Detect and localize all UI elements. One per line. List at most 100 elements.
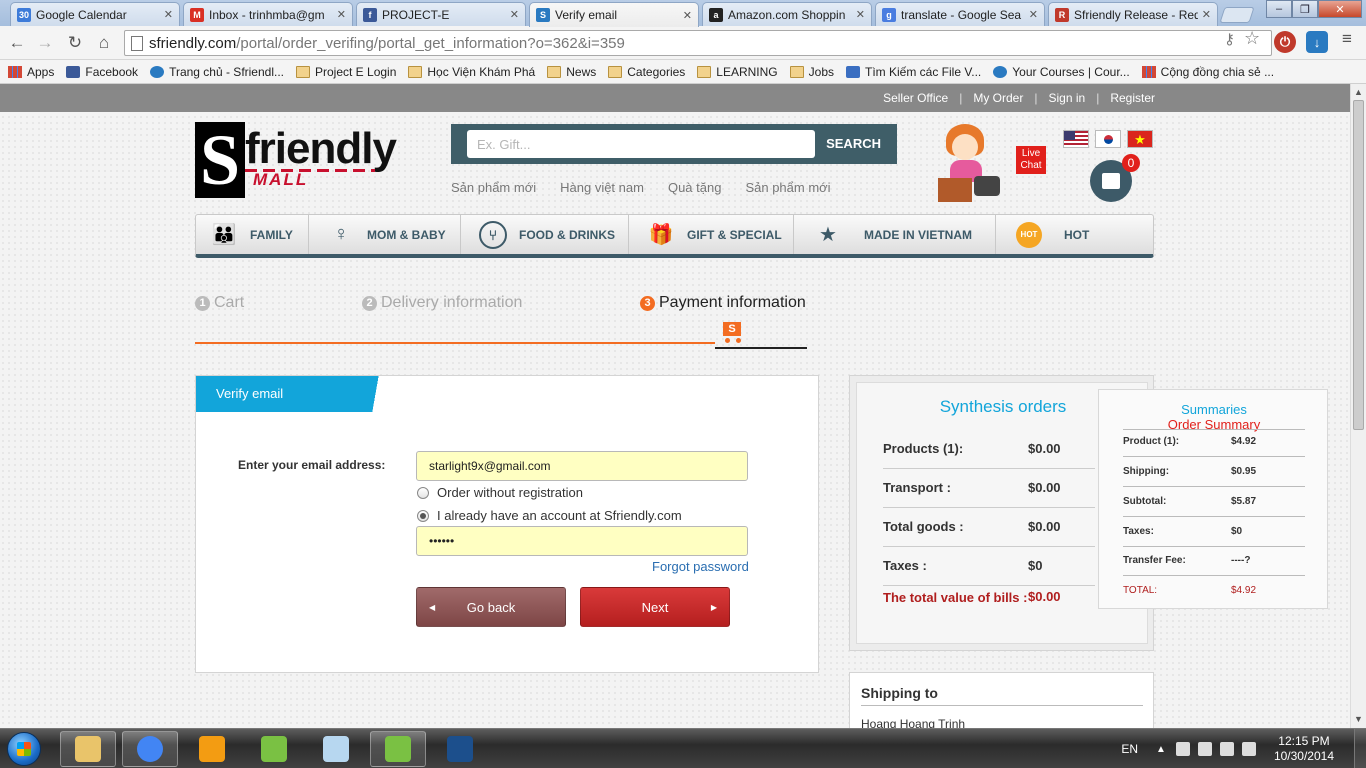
search-button[interactable]: SEARCH	[826, 136, 881, 151]
show-desktop-button[interactable]	[1354, 729, 1366, 768]
search-input[interactable]	[467, 130, 815, 158]
browser-tab[interactable]: g translate - Google Sea ✕	[875, 2, 1045, 26]
seller-office-link[interactable]: Seller Office	[883, 91, 948, 105]
bookmark-item[interactable]: Your Courses | Cour...	[993, 65, 1130, 79]
category-food-drinks[interactable]: ⑂ FOOD & DRINKS	[461, 215, 629, 254]
bookmark-item[interactable]: Facebook	[66, 65, 138, 79]
bookmark-item[interactable]: Tìm Kiếm các File V...	[846, 65, 981, 79]
browser-tab[interactable]: f PROJECT-E ✕	[356, 2, 526, 26]
download-extension-icon[interactable]: ↓	[1306, 31, 1328, 53]
step-payment: 3 Payment information	[640, 294, 806, 312]
taskbar-app-button[interactable]	[246, 731, 302, 767]
flag-icon[interactable]	[1197, 742, 1212, 756]
category-family[interactable]: 👪 FAMILY	[196, 215, 309, 254]
close-tab-icon[interactable]: ✕	[510, 8, 519, 21]
browser-tab[interactable]: M Inbox - trinhmba@gm ✕	[183, 2, 353, 26]
category-gift-special[interactable]: 🎁 GIFT & SPECIAL	[629, 215, 794, 254]
taskbar-app-button[interactable]	[432, 731, 488, 767]
signal-icon[interactable]	[1175, 742, 1190, 756]
bookmark-star-icon[interactable]: ☆	[1244, 28, 1260, 49]
us-flag-icon[interactable]	[1063, 130, 1089, 148]
browser-tab[interactable]: 30 Google Calendar ✕	[10, 2, 180, 26]
cart-progress-icon: S	[719, 320, 747, 344]
settings-key-icon[interactable]: ⚷	[1224, 30, 1235, 48]
home-icon[interactable]: ⌂	[93, 32, 115, 54]
language-indicator[interactable]: EN	[1121, 742, 1138, 756]
category-hot[interactable]: HOT HOT	[996, 215, 1153, 254]
close-window-button[interactable]: ✕	[1318, 0, 1362, 18]
bookmark-item[interactable]: Cộng đồng chia sẻ ...	[1141, 65, 1274, 79]
sign-in-link[interactable]: Sign in	[1048, 91, 1085, 105]
close-tab-icon[interactable]: ✕	[164, 8, 173, 21]
quick-link-vietnam-goods[interactable]: Hàng việt nam	[560, 180, 644, 195]
shopping-cart-button[interactable]: 0	[1090, 154, 1140, 202]
close-tab-icon[interactable]: ✕	[683, 9, 692, 22]
quick-link-gifts[interactable]: Quà tặng	[668, 180, 722, 195]
live-chat-label[interactable]: Live Chat	[1016, 146, 1046, 174]
bookmark-item[interactable]: Học Viện Khám Phá	[408, 65, 535, 79]
step-cart[interactable]: 1 Cart	[195, 294, 244, 312]
menu-icon[interactable]: ≡	[1342, 29, 1352, 49]
radio-button-account[interactable]	[417, 509, 429, 522]
password-field[interactable]	[416, 526, 748, 556]
start-button[interactable]	[2, 730, 46, 768]
email-field[interactable]	[416, 451, 748, 481]
register-link[interactable]: Register	[1110, 91, 1155, 105]
vietnam-flag-icon[interactable]: ★	[1127, 130, 1153, 148]
clock[interactable]: 12:15 PM 10/30/2014	[1274, 734, 1334, 764]
bookmark-item[interactable]: Project E Login	[296, 65, 396, 79]
taskbar-app-button[interactable]	[308, 731, 364, 767]
close-tab-icon[interactable]: ✕	[337, 8, 346, 21]
forgot-password-link[interactable]: Forgot password	[652, 559, 749, 574]
close-tab-icon[interactable]: ✕	[1029, 8, 1038, 21]
minimize-button[interactable]: –	[1266, 0, 1292, 18]
progress-line-done	[195, 342, 715, 344]
bookmark-item[interactable]: Jobs	[789, 65, 834, 79]
bookmark-item[interactable]: Categories	[608, 65, 685, 79]
next-button[interactable]: Next ▶	[580, 587, 730, 627]
bookmark-item[interactable]: News	[547, 65, 596, 79]
taskbar-app-button[interactable]	[370, 731, 426, 767]
browser-tab[interactable]: a Amazon.com Shoppin ✕	[702, 2, 872, 26]
category-mom-baby[interactable]: ♀ MOM & BABY	[309, 215, 461, 254]
quick-link-new-products-2[interactable]: Sản phẩm mới	[745, 180, 830, 195]
battery-icon[interactable]	[1219, 742, 1234, 756]
new-tab-button[interactable]	[1219, 7, 1255, 23]
bookmark-item[interactable]: Apps	[8, 65, 54, 79]
tab-label: translate - Google Sea	[901, 7, 1022, 22]
maximize-button[interactable]: ❐	[1292, 0, 1318, 18]
step-delivery[interactable]: 2 Delivery information	[362, 294, 522, 312]
go-back-button[interactable]: ◀ Go back	[416, 587, 566, 627]
close-tab-icon[interactable]: ✕	[856, 8, 865, 21]
scroll-up-icon[interactable]: ▲	[1354, 87, 1363, 97]
browser-tab[interactable]: R Sfriendly Release - Red ✕	[1048, 2, 1218, 26]
bookmark-item[interactable]: LEARNING	[697, 65, 778, 79]
radio-existing-account[interactable]: I already have an account at Sfriendly.c…	[417, 508, 682, 523]
taskbar-app-button[interactable]	[60, 731, 116, 767]
back-icon[interactable]: ←	[6, 32, 28, 54]
my-order-link[interactable]: My Order	[973, 91, 1023, 105]
scrollbar-thumb[interactable]	[1353, 100, 1364, 430]
bookmark-item[interactable]: Trang chủ - Sfriendl...	[150, 65, 284, 79]
page-scrollbar[interactable]: ▲ ▼	[1350, 84, 1366, 728]
forward-icon[interactable]: →	[34, 32, 56, 54]
radio-button-guest[interactable]	[417, 486, 429, 499]
quick-link-new-products[interactable]: Sản phẩm mới	[451, 180, 536, 195]
taskbar-app-button[interactable]	[122, 731, 178, 767]
taskbar-app-button[interactable]	[184, 731, 240, 767]
show-hidden-icons[interactable]: ▲	[1156, 744, 1166, 755]
radio-order-without-registration[interactable]: Order without registration	[417, 485, 583, 500]
power-extension-icon[interactable]: ⏻	[1274, 31, 1296, 53]
close-tab-icon[interactable]: ✕	[1202, 8, 1211, 21]
bookmark-label: Học Viện Khám Phá	[427, 64, 536, 79]
reload-icon[interactable]: ↻	[64, 32, 86, 54]
sfriendly-logo[interactable]: S friendly MALL	[195, 122, 410, 198]
browser-tab[interactable]: S Verify email ✕	[529, 2, 699, 27]
category-made-in-vietnam[interactable]: ★ MADE IN VIETNAM	[794, 215, 996, 254]
live-chat-widget[interactable]: Live Chat	[936, 120, 1046, 206]
logo-mall: MALL	[253, 170, 309, 189]
address-bar[interactable]: sfriendly.com/portal/order_verifing/port…	[124, 30, 1272, 56]
korea-flag-icon[interactable]	[1095, 130, 1121, 148]
volume-muted-icon[interactable]	[1241, 742, 1256, 756]
scroll-down-icon[interactable]: ▼	[1354, 714, 1363, 724]
